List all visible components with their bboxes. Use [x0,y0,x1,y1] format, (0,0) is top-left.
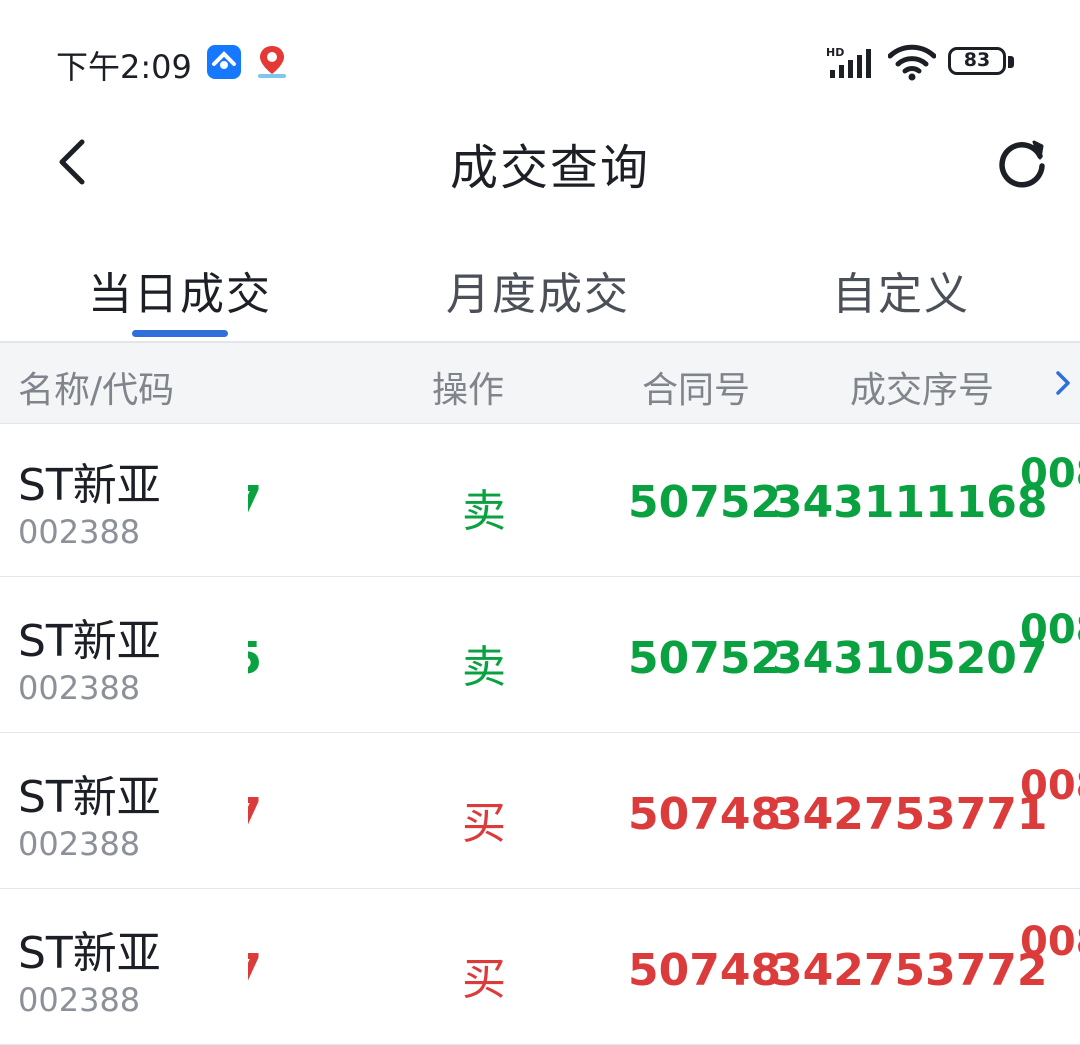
chevron-right-icon [1056,371,1070,395]
tab-monthly-trades[interactable]: 月度成交 [446,258,630,322]
scroll-right-button[interactable] [1048,363,1078,403]
extra-column-clipped: 008 [1020,763,1080,809]
contract-number: 50748 [628,945,782,996]
table-row[interactable]: ST新亚 002388 7 买 50748 342753772 008 [0,889,1080,1045]
trade-time-clipped: 7 [248,477,262,527]
stock-code: 002388 [18,825,141,863]
trade-sequence: 342753772 [772,945,1048,996]
trade-time-clipped: 7 [248,789,262,839]
column-header-name-code[interactable]: 名称/代码 [18,361,174,413]
status-bar: 下午2:09 HD 83 [0,0,1080,120]
trade-time-clipped: 7 [248,945,262,995]
cell-signal-icon: HD [826,46,871,78]
trade-sequence: 343111168 [772,477,1048,528]
contract-number: 50748 [628,789,782,840]
extra-column-clipped: 008 [1020,607,1080,653]
battery-indicator: 83 [948,47,1018,79]
stock-name: ST新亚 [18,772,161,823]
hd-label: HD [826,46,844,59]
table-row[interactable]: ST新亚 002388 7 买 50748 342753771 008 [0,733,1080,889]
operation-label: 卖 [462,486,506,537]
trade-sequence: 343105207 [772,633,1048,684]
table-row[interactable]: ST新亚 002388 5 卖 50752 343105207 008 [0,577,1080,733]
ai-app-icon [207,45,241,79]
contract-number: 50752 [628,477,782,528]
stock-name: ST新亚 [18,616,161,667]
stock-name: ST新亚 [18,928,161,979]
stock-code: 002388 [18,981,141,1019]
status-time: 下午2:09 [56,48,192,86]
extra-column-clipped: 008 [1020,451,1080,497]
contract-number: 50752 [628,633,782,684]
stock-code: 002388 [18,669,141,707]
trade-sequence: 342753771 [772,789,1048,840]
refresh-icon [999,140,1045,188]
wifi-icon [888,44,936,81]
trade-time-clipped: 5 [248,633,262,683]
operation-label: 买 [462,798,506,849]
refresh-button[interactable] [992,132,1052,192]
table-row[interactable]: ST新亚 002388 7 卖 50752 343111168 008 [0,421,1080,577]
tab-today-trades[interactable]: 当日成交 [88,258,272,322]
column-header-trade-seq[interactable]: 成交序号 [850,361,994,413]
page-title: 成交查询 [449,140,650,196]
operation-label: 卖 [462,642,506,693]
active-tab-indicator [132,330,228,337]
tab-bar: 当日成交 月度成交 自定义 [0,252,1080,342]
column-header-operation[interactable]: 操作 [432,361,504,413]
stock-code: 002388 [18,513,141,551]
table-header: 名称/代码 间 操作 合同号 成交序号 [0,341,1080,424]
extra-column-clipped: 008 [1020,919,1080,965]
tab-custom[interactable]: 自定义 [832,258,970,322]
du-map-icon [258,46,286,78]
stock-name: ST新亚 [18,460,161,511]
trade-list: ST新亚 002388 7 卖 50752 343111168 008 ST新亚… [0,421,1080,1045]
column-header-contract-no[interactable]: 合同号 [642,361,750,413]
battery-level: 83 [963,49,991,71]
operation-label: 买 [462,954,506,1005]
